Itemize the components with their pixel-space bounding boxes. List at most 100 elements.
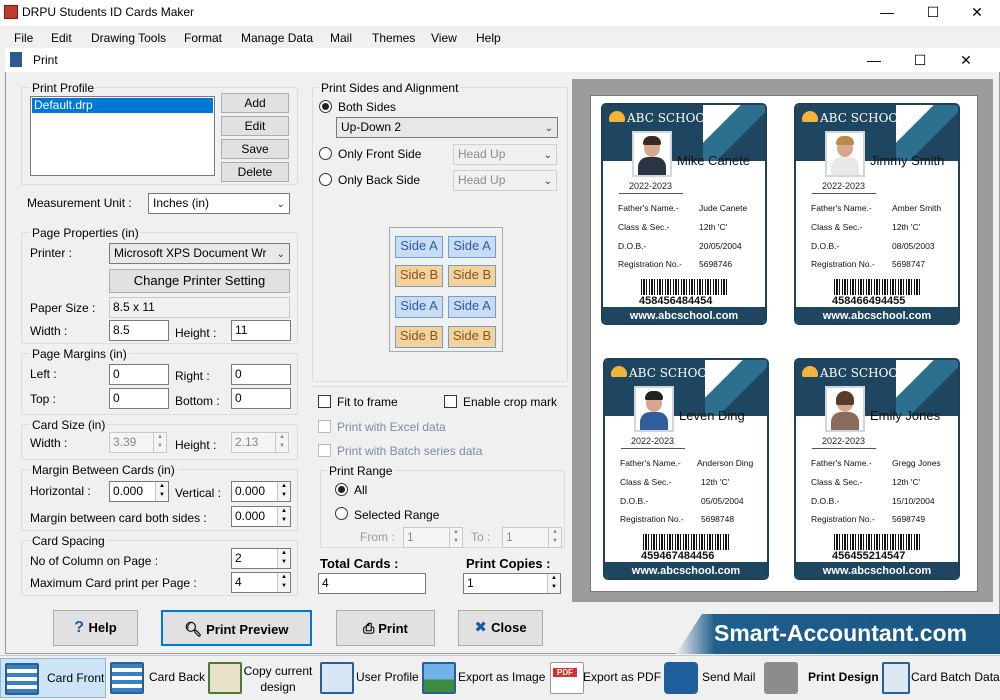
both-sides-margin-input[interactable]: 0.000 ▲ ▼ <box>231 506 291 527</box>
divider <box>312 386 568 387</box>
range-selected-radio[interactable] <box>335 507 348 520</box>
spinner-icon[interactable]: ▲ ▼ <box>277 482 290 501</box>
menu-manage-data[interactable]: Manage Data <box>241 31 313 45</box>
card-front-label: Card Front <box>47 671 105 685</box>
copy-design-tool[interactable]: Copy current design <box>204 658 316 698</box>
spinner-icon[interactable]: ▲ ▼ <box>277 549 290 568</box>
card-front-tool[interactable]: Card Front <box>0 658 106 698</box>
close-app-button[interactable]: ✕ <box>954 0 1000 26</box>
close-button[interactable]: ✖ Close <box>458 610 543 646</box>
dob-value: 08/05/2003 <box>892 241 935 251</box>
class-label: Class & Sec.- <box>620 477 672 487</box>
delete-profile-button[interactable]: Delete <box>221 162 289 182</box>
user-profile-tool[interactable]: User Profile <box>316 658 419 698</box>
change-printer-button[interactable]: Change Printer Setting <box>109 269 290 293</box>
print-design-label: Print Design <box>808 670 879 684</box>
page-width-input[interactable]: 8.5 <box>109 320 169 341</box>
print-preview-button[interactable]: 🔍︎ Print Preview <box>161 610 312 646</box>
width-label: Width : <box>30 324 68 338</box>
menu-help[interactable]: Help <box>476 31 501 45</box>
profile-list[interactable]: Default.drp <box>30 96 215 176</box>
horizontal-margin-value: 0.000 <box>113 484 144 498</box>
edit-profile-button[interactable]: Edit <box>221 116 289 136</box>
measurement-unit-select[interactable]: Inches (in) ⌄ <box>148 193 290 214</box>
menu-edit[interactable]: Edit <box>51 31 72 45</box>
add-profile-button[interactable]: Add <box>221 93 289 113</box>
vertical-margin-input[interactable]: 0.000 ▲ ▼ <box>231 481 291 502</box>
maximize-button[interactable]: ☐ <box>910 0 956 26</box>
back-side-radio[interactable] <box>319 173 332 186</box>
columns-label: No of Column on Page : <box>30 554 159 568</box>
range-to-value: 1 <box>506 530 513 544</box>
profile-list-item[interactable]: Default.drp <box>32 98 213 113</box>
right-margin-input[interactable]: 0 <box>231 364 291 385</box>
chevron-down-icon: ⌄ <box>543 176 552 187</box>
max-cards-input[interactable]: 4 ▲ ▼ <box>231 572 291 593</box>
side-a-box: Side A <box>395 236 443 258</box>
print-copies-input[interactable]: 1 ▲ ▼ <box>463 573 561 594</box>
dialog-maximize-button[interactable]: ☐ <box>897 48 943 72</box>
left-margin-input[interactable]: 0 <box>109 364 169 385</box>
school-logo-icon <box>609 111 625 122</box>
bottom-margin-input[interactable]: 0 <box>231 388 291 409</box>
minimize-button[interactable]: — <box>864 0 910 26</box>
both-sides-radio[interactable] <box>319 100 332 113</box>
spinner-icon[interactable]: ▲ ▼ <box>547 574 560 593</box>
range-all-radio[interactable] <box>335 483 348 496</box>
send-mail-tool[interactable]: Send Mail <box>660 658 760 698</box>
batch-data-checkbox <box>318 444 331 457</box>
printer-select[interactable]: Microsoft XPS Document Wr ⌄ <box>109 243 290 264</box>
print-button[interactable]: ⎙ Print <box>336 610 435 646</box>
crop-mark-checkbox[interactable] <box>444 395 457 408</box>
photo-body <box>831 157 859 175</box>
photo-hair <box>836 136 854 145</box>
reg-label: Registration No.- <box>811 514 875 524</box>
student-photo <box>632 131 672 177</box>
print-design-tool[interactable]: Print Design <box>760 658 879 698</box>
divider <box>621 448 685 449</box>
fit-to-frame-checkbox[interactable] <box>318 395 331 408</box>
help-icon: ? <box>74 619 89 636</box>
menu-file[interactable]: File <box>14 31 33 45</box>
menu-drawing-tools[interactable]: Drawing Tools <box>91 31 166 45</box>
menu-mail[interactable]: Mail <box>330 31 352 45</box>
menu-themes[interactable]: Themes <box>372 31 415 45</box>
spinner-icon[interactable]: ▲ ▼ <box>277 507 290 526</box>
range-to-label: To : <box>471 530 491 544</box>
save-profile-button[interactable]: Save <box>221 139 289 159</box>
columns-input[interactable]: 2 ▲ ▼ <box>231 548 291 569</box>
photo-body <box>831 412 859 430</box>
card-back-tool[interactable]: Card Back <box>106 658 205 698</box>
chevron-down-icon: ⌄ <box>276 249 285 260</box>
both-sides-select[interactable]: Up-Down 2 ⌄ <box>336 117 558 138</box>
export-pdf-tool[interactable]: PDF Export as PDF <box>546 658 661 698</box>
page-height-input[interactable]: 11 <box>231 320 291 341</box>
card-back-icon <box>110 662 144 694</box>
export-image-tool[interactable]: Export as Image <box>418 658 546 698</box>
crop-mark-label: Enable crop mark <box>463 395 558 409</box>
front-side-radio[interactable] <box>319 147 332 160</box>
print-button-label: Print <box>378 621 408 636</box>
horizontal-margin-input[interactable]: 0.000 ▲ ▼ <box>109 481 169 502</box>
reg-value: 5698747 <box>892 259 926 269</box>
photo-hair <box>645 391 663 400</box>
chevron-down-icon: ⌄ <box>543 150 552 161</box>
back-side-label: Only Back Side <box>338 173 421 187</box>
session-year: 2022-2023 <box>631 436 675 446</box>
user-profile-label: User Profile <box>356 670 419 684</box>
reg-value: 5698749 <box>892 514 926 524</box>
spinner-icon[interactable]: ▲ ▼ <box>155 482 168 501</box>
spinner-icon[interactable]: ▲ ▼ <box>277 573 290 592</box>
dialog-minimize-button[interactable]: — <box>851 48 897 72</box>
menu-view[interactable]: View <box>431 31 457 45</box>
barcode <box>834 279 922 295</box>
top-margin-input[interactable]: 0 <box>109 388 169 409</box>
father-value: Anderson Ding <box>697 458 754 468</box>
menu-format[interactable]: Format <box>184 31 222 45</box>
dob-label: D.O.B.- <box>618 241 647 251</box>
card-website: www.abcschool.com <box>796 562 958 578</box>
help-button[interactable]: ? Help <box>53 610 138 646</box>
range-from-label: From : <box>360 530 395 544</box>
card-batch-tool[interactable]: Card Batch Data <box>878 658 1000 698</box>
dialog-close-button[interactable]: ✕ <box>943 48 989 72</box>
